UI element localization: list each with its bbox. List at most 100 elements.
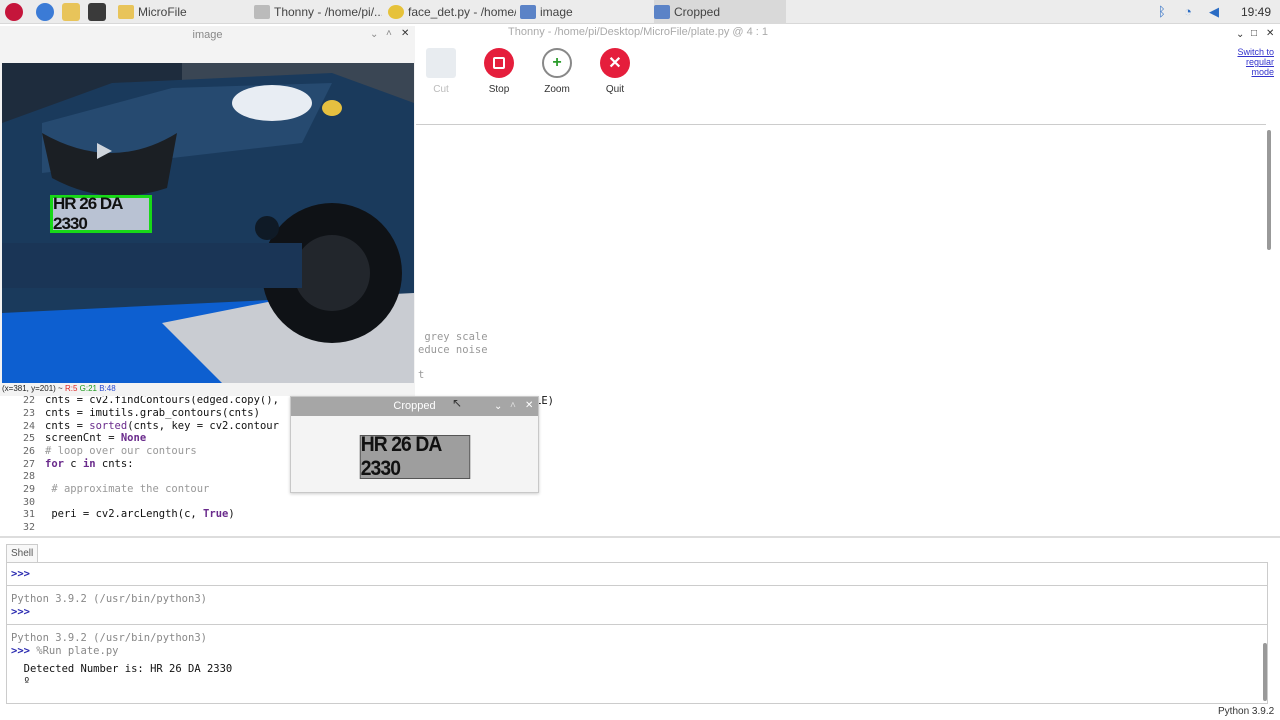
maximize-icon[interactable]: ˄ [386,28,392,39]
code-line-27: for c in cnts: [45,458,134,470]
code-token: cnts = [45,420,90,432]
close-icon[interactable]: ✕ [1266,28,1274,39]
plate-text: HR 26 DA 2330 [53,194,123,233]
line-number: 27 [22,459,35,470]
raspberry-menu-icon[interactable] [5,3,23,21]
zoom-label: Zoom [544,84,570,95]
code-editor[interactable] [416,124,1271,536]
task-face-det[interactable]: face_det.py - /home/... [388,0,516,24]
cut-icon [426,48,456,78]
quit-icon: ✕ [600,48,630,78]
mouse-cursor-icon: ↖ [452,396,463,410]
code-fragment: educe noise [418,344,488,356]
switch-mode-line: regular [1245,57,1274,67]
cropped-plate-image: HR 26 DA 2330 [359,433,471,480]
line-number: 31 [22,509,35,520]
code-line-23: cnts = imutils.grab_contours(cnts) [45,407,260,419]
shell-prompt: >>> [11,645,30,657]
plate-detection-box: HR 26 DA 2330 [50,194,152,233]
code-token-keyword: for [45,458,64,470]
code-token: peri = cv2.arcLength(c, [45,508,204,520]
cropped-window-title: Cropped [393,400,436,412]
pane-divider[interactable] [0,536,1280,538]
cropped-window: Cropped ⌄ ˄ ✕ HR 26 DA 2330 [290,396,539,493]
code-token-keyword: True [203,508,229,520]
close-icon[interactable]: ✕ [525,400,533,411]
task-microfile[interactable]: MicroFile [118,0,248,24]
status-interpreter[interactable]: Python 3.9.2 [1218,706,1274,717]
shell-output: º [11,676,30,688]
task-image[interactable]: image [520,0,650,24]
coords-r: R:5 [64,384,78,393]
cropped-plate-text: HR 26 DA 2330 [360,433,442,480]
shell-separator [7,585,1267,586]
close-icon[interactable]: ✕ [401,28,409,39]
task-label: face_det.py - /home/... [408,5,516,19]
clock[interactable]: 19:49 [1241,5,1271,19]
maximize-icon[interactable]: □ [1251,28,1257,39]
volume-icon[interactable]: ◀ [1209,4,1219,20]
line-number: 32 [22,522,35,533]
task-cropped[interactable]: Cropped [654,0,786,24]
file-manager-icon[interactable] [62,3,80,21]
line-number: 26 [22,446,35,457]
minimize-icon[interactable]: ⌄ [1236,29,1244,40]
switch-mode-link[interactable]: Switch to regular mode [1228,47,1274,77]
task-label: image [540,5,573,19]
cut-label: Cut [433,84,449,95]
thonny-icon [254,5,270,19]
browser-icon[interactable] [36,3,54,21]
shell-run-line: >>> %Run plate.py [11,645,118,657]
python-file-icon [388,5,404,19]
task-thonny[interactable]: Thonny - /home/pi/... [254,0,382,24]
code-line-25: screenCnt = None [45,432,146,444]
code-line-29: # approximate the contour [45,483,210,495]
shell-output: Detected Number is: HR 26 DA 2330 [11,663,233,675]
code-token-keyword: in [82,458,96,470]
window-icon [520,5,536,19]
wifi-icon[interactable]: ◔ [1184,4,1192,19]
task-label: Cropped [674,5,721,19]
code-token: ) [228,508,235,520]
line-number: 30 [22,497,35,508]
code-line-31: peri = cv2.arcLength(c, True) [45,508,235,520]
zoom-icon: + [542,48,572,78]
code-token: (cnts, key = cv2.contour [127,420,279,432]
code-fragment: grey scale [418,331,488,343]
code-token-keyword: None [120,432,147,444]
cut-button[interactable]: Cut [415,48,467,95]
car-image[interactable]: HR 26 DA 2330 [2,63,414,383]
switch-mode-line: mode [1251,67,1274,77]
shell-version: Python 3.9.2 (/usr/bin/python3) [11,593,207,605]
tab-shell[interactable]: Shell [6,544,39,562]
folder-icon [118,5,134,19]
stop-label: Stop [488,84,510,95]
line-number: 23 [22,408,35,419]
coords-text: (x=381, y=201) ~ [2,384,65,393]
code-token-builtin: sorted [89,420,128,432]
code-token: c [63,458,83,470]
code-fragment: t [418,369,425,381]
taskbar: MicroFile Thonny - /home/pi/... face_det… [0,0,1280,24]
minimize-icon[interactable]: ⌄ [370,29,378,40]
quit-label: Quit [605,84,625,95]
coords-g: G:21 [79,384,97,393]
shell-prompt: >>> [11,568,30,580]
editor-scrollbar[interactable] [1267,130,1271,250]
shell-panel[interactable]: >>> Python 3.9.2 (/usr/bin/python3) >>> … [6,562,1268,704]
line-number: 24 [22,421,35,432]
code-line-26: # loop over our contours [45,445,197,457]
shell-scrollbar[interactable] [1263,643,1267,701]
maximize-icon[interactable]: ˄ [510,400,516,411]
coords-b: B:48 [99,384,116,393]
stop-button[interactable]: Stop [473,48,525,95]
task-label: MicroFile [138,5,187,19]
quit-button[interactable]: ✕ Quit [589,48,641,95]
shell-separator [7,624,1267,625]
minimize-icon[interactable]: ⌄ [494,401,502,412]
bluetooth-icon[interactable]: ᛒ [1158,4,1166,19]
terminal-icon[interactable] [88,3,106,21]
zoom-button[interactable]: + Zoom [531,48,583,95]
code-token: cnts: [95,458,134,470]
window-icon [654,5,670,19]
